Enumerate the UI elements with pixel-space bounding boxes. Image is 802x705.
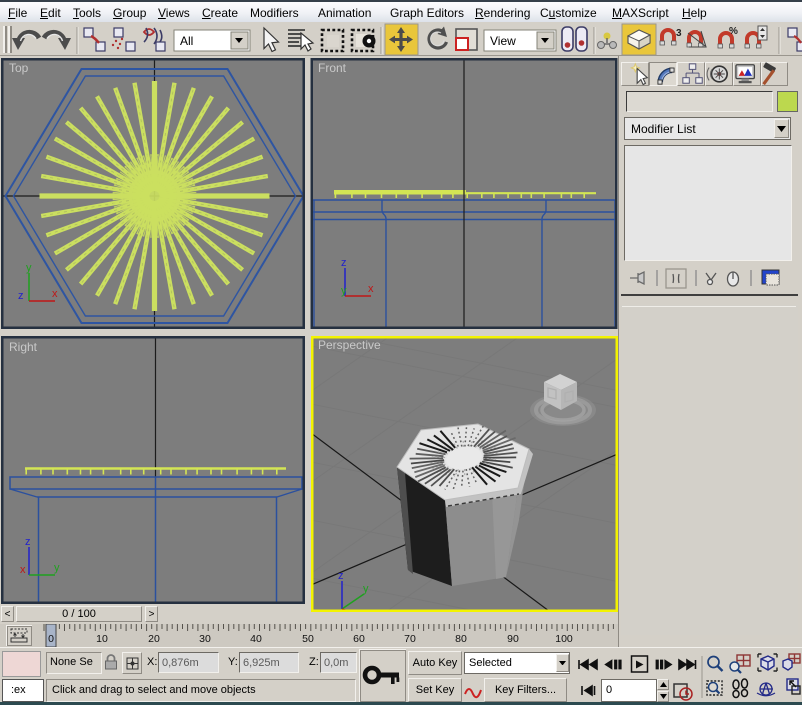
svg-text:60: 60	[353, 633, 365, 645]
svg-text:40: 40	[250, 633, 262, 645]
svg-text:z: z	[18, 290, 24, 302]
svg-text:3: 3	[676, 28, 682, 39]
svg-text:x: x	[52, 288, 58, 300]
svg-text:y: y	[54, 562, 60, 574]
svg-text:0: 0	[48, 633, 54, 645]
svg-text:70: 70	[404, 633, 416, 645]
svg-text:View: View	[490, 34, 516, 48]
svg-text:10: 10	[96, 633, 108, 645]
svg-text:y: y	[363, 583, 369, 595]
svg-text:Perspective: Perspective	[318, 338, 381, 352]
svg-text:90: 90	[507, 633, 519, 645]
svg-text:Top: Top	[9, 61, 29, 75]
svg-text:50: 50	[302, 633, 314, 645]
svg-text:100: 100	[555, 633, 573, 645]
svg-text:%: %	[729, 26, 738, 37]
svg-text:All: All	[180, 34, 193, 48]
svg-text:30: 30	[199, 633, 211, 645]
svg-text:80: 80	[455, 633, 467, 645]
svg-text:Right: Right	[9, 340, 38, 354]
svg-text:x: x	[368, 283, 374, 295]
svg-text:y: y	[26, 262, 32, 274]
svg-text:Front: Front	[318, 61, 347, 75]
svg-text:z: z	[25, 536, 31, 548]
svg-text:z: z	[338, 570, 344, 582]
svg-text:x: x	[20, 564, 26, 576]
svg-text:20: 20	[148, 633, 160, 645]
svg-text:y: y	[341, 285, 347, 297]
svg-text:z: z	[341, 257, 347, 269]
